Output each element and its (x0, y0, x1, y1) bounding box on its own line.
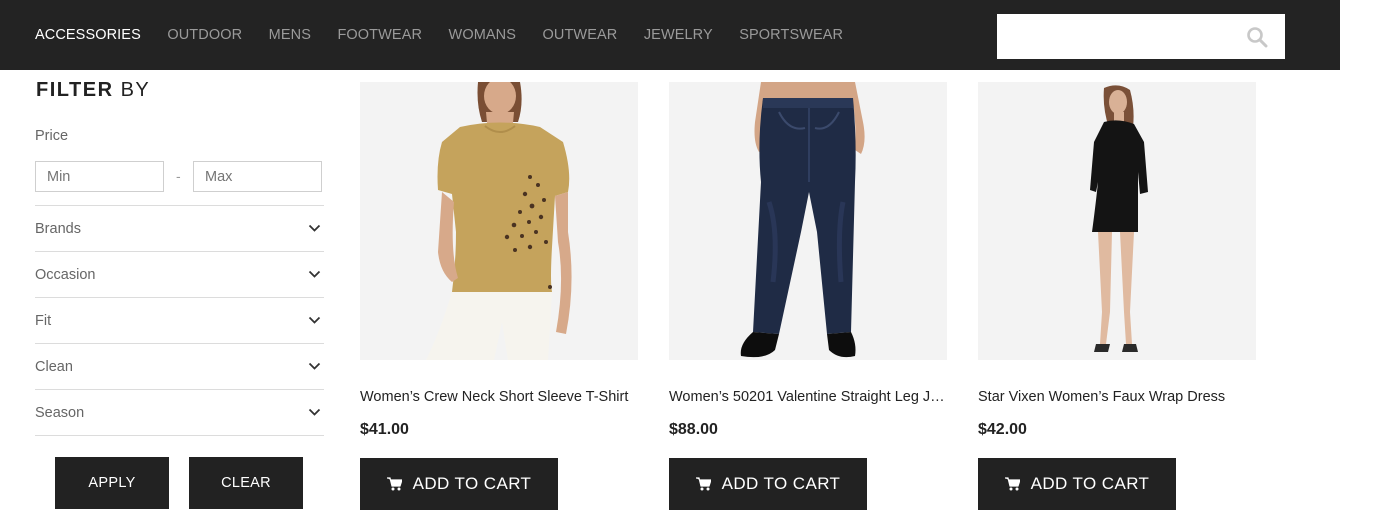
cart-icon (1004, 477, 1020, 491)
filter-heading: FILTER BY (36, 79, 150, 102)
product-image-dress[interactable] (978, 82, 1256, 360)
search-box (997, 14, 1285, 59)
filter-label: Occasion (35, 266, 96, 283)
jeans-illustration (669, 82, 947, 360)
chevron-down-icon (308, 362, 321, 370)
price-min-input[interactable] (35, 161, 164, 192)
add-to-cart-label: ADD TO CART (721, 474, 841, 493)
product-price: $41.00 (360, 421, 409, 438)
filter-clean[interactable]: Clean (35, 344, 324, 390)
clear-button[interactable]: CLEAR (189, 457, 303, 509)
add-to-cart-button[interactable]: ADD TO CART (669, 458, 867, 510)
filter-season[interactable]: Season (35, 390, 324, 436)
product-card: Women’s Crew Neck Short Sleeve T-Shirt $… (360, 82, 638, 510)
filter-heading-rest: BY (120, 79, 151, 101)
add-to-cart-label: ADD TO CART (1030, 474, 1150, 493)
category-nav: ACCESSORIES OUTDOOR MENS FOOTWEAR WOMANS… (35, 0, 870, 70)
product-image-jeans[interactable] (669, 82, 947, 360)
add-to-cart-label: ADD TO CART (412, 474, 532, 493)
nav-item-accessories[interactable]: ACCESSORIES (35, 27, 141, 43)
product-price: $42.00 (978, 421, 1027, 438)
nav-item-mens[interactable]: MENS (269, 27, 311, 43)
add-to-cart-button[interactable]: ADD TO CART (978, 458, 1176, 510)
nav-item-womans[interactable]: WOMANS (449, 27, 516, 43)
price-max-input[interactable] (193, 161, 322, 192)
apply-button[interactable]: APPLY (55, 457, 169, 509)
product-name[interactable]: Star Vixen Women’s Faux Wrap Dress (978, 389, 1256, 405)
filter-label: Clean (35, 358, 73, 375)
chevron-down-icon (308, 270, 321, 278)
filter-heading-bold: FILTER (36, 79, 114, 101)
price-separator: - (176, 168, 181, 184)
chevron-down-icon (308, 224, 321, 232)
price-label: Price (35, 128, 69, 144)
product-card: Star Vixen Women’s Faux Wrap Dress $42.0… (978, 82, 1256, 510)
dress-illustration (978, 82, 1256, 360)
nav-item-sportswear[interactable]: SPORTSWEAR (739, 27, 843, 43)
search-icon[interactable] (1246, 26, 1268, 48)
nav-item-outwear[interactable]: OUTWEAR (543, 27, 618, 43)
filter-occasion[interactable]: Occasion (35, 252, 324, 298)
nav-item-outdoor[interactable]: OUTDOOR (167, 27, 242, 43)
filter-label: Season (35, 404, 85, 421)
filter-label: Brands (35, 220, 81, 237)
filter-brands[interactable]: Brands (35, 206, 324, 252)
tshirt-illustration (360, 82, 638, 360)
cart-icon (695, 477, 711, 491)
top-navbar: ACCESSORIES OUTDOOR MENS FOOTWEAR WOMANS… (0, 0, 1340, 70)
product-image-tshirt[interactable] (360, 82, 638, 360)
add-to-cart-button[interactable]: ADD TO CART (360, 458, 558, 510)
chevron-down-icon (308, 408, 321, 416)
filter-list: Brands Occasion Fit Clean Season (35, 205, 324, 436)
search-input[interactable] (997, 14, 1227, 59)
filter-fit[interactable]: Fit (35, 298, 324, 344)
filter-label: Fit (35, 312, 52, 329)
chevron-down-icon (308, 316, 321, 324)
product-name[interactable]: Women’s Crew Neck Short Sleeve T-Shirt (360, 389, 638, 405)
nav-item-jewelry[interactable]: JEWELRY (644, 27, 713, 43)
product-name[interactable]: Women’s 50201 Valentine Straight Leg Jea… (669, 389, 947, 405)
nav-item-footwear[interactable]: FOOTWEAR (337, 27, 422, 43)
product-price: $88.00 (669, 421, 718, 438)
product-card: Women’s 50201 Valentine Straight Leg Jea… (669, 82, 947, 510)
cart-icon (386, 477, 402, 491)
